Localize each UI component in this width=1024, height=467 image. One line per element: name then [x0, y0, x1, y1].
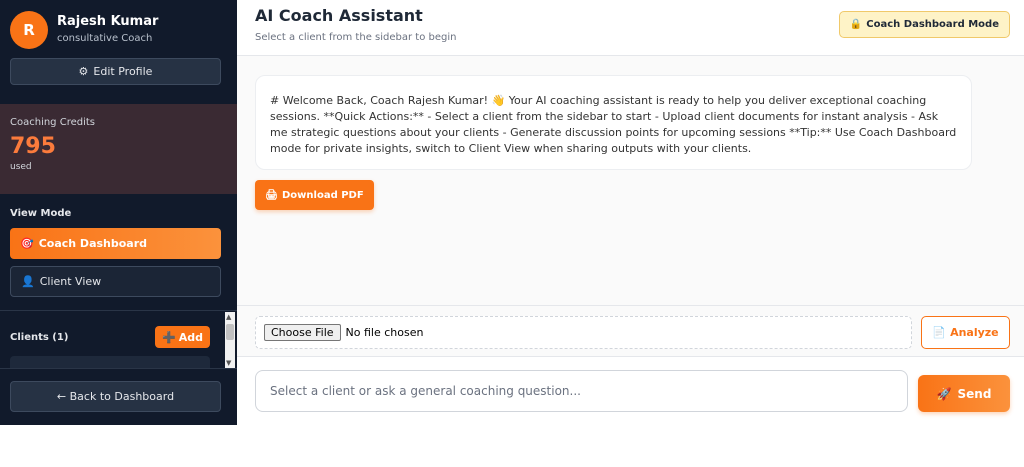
welcome-message: # Welcome Back, Coach Rajesh Kumar! 👋 Yo…	[255, 75, 972, 170]
document-icon: 📄	[932, 326, 947, 339]
view-mode-label: View Mode	[10, 208, 72, 219]
edit-profile-label: Edit Profile	[93, 65, 153, 78]
add-label: Add	[178, 330, 203, 344]
download-label: Download PDF	[282, 189, 364, 201]
client-view-button[interactable]: 👤 Client View	[10, 266, 221, 297]
message-input[interactable]	[255, 370, 908, 412]
credits-value: 795	[10, 134, 56, 159]
send-label: Send	[957, 386, 992, 401]
user-role: consultative Coach	[57, 33, 153, 44]
plus-icon: ➕	[162, 330, 176, 344]
sidebar: R Rajesh Kumar consultative Coach ⚙ Edit…	[0, 0, 237, 425]
chat-area: # Welcome Back, Coach Rajesh Kumar! 👋 Yo…	[237, 57, 1024, 305]
back-to-dashboard-button[interactable]: ← Back to Dashboard	[10, 381, 221, 412]
no-file-text: No file chosen	[345, 326, 424, 339]
analyze-label: Analyze	[950, 326, 999, 339]
sidebar-scrollbar[interactable]: ▲ ▼	[225, 312, 235, 368]
credits-label: Coaching Credits	[10, 117, 95, 128]
mode-badge: 🔒 Coach Dashboard Mode	[838, 11, 1010, 38]
lock-icon: 🔒	[849, 19, 863, 30]
user-name: Rajesh Kumar	[57, 14, 159, 29]
gear-icon: ⚙	[78, 65, 89, 78]
profile-section: R Rajesh Kumar consultative Coach ⚙ Edit…	[0, 0, 237, 104]
user-icon: 👤	[21, 275, 35, 288]
analyze-button[interactable]: 📄 Analyze	[921, 316, 1010, 349]
profile-text: Rajesh Kumar consultative Coach	[57, 14, 158, 46]
mode-badge-label: Coach Dashboard Mode	[866, 19, 999, 30]
target-icon: 🎯	[20, 237, 34, 250]
header: AI Coach Assistant Select a client from …	[237, 0, 1024, 56]
credits-panel: Coaching Credits 795 used	[0, 104, 237, 194]
choose-file-button[interactable]: Choose File	[264, 324, 341, 341]
coach-dashboard-button[interactable]: 🎯 Coach Dashboard	[10, 228, 221, 259]
profile-row: R Rajesh Kumar consultative Coach	[10, 10, 227, 50]
printer-icon: 🖨	[265, 189, 278, 201]
file-upload-box[interactable]: Choose File No file chosen	[255, 316, 912, 349]
client-view-label: Client View	[39, 275, 102, 288]
coach-dashboard-label: Coach Dashboard	[38, 237, 148, 250]
scroll-down-icon[interactable]: ▼	[226, 359, 231, 367]
credits-sub: used	[10, 162, 32, 172]
app-root: R Rajesh Kumar consultative Coach ⚙ Edit…	[0, 0, 1024, 467]
input-bar: 🚀 Send	[237, 357, 1024, 425]
download-pdf-button[interactable]: 🖨 Download PDF	[255, 180, 374, 210]
edit-profile-button[interactable]: ⚙ Edit Profile	[10, 58, 221, 85]
scroll-up-icon[interactable]: ▲	[226, 313, 231, 321]
page-footer-blank	[0, 425, 1024, 467]
clients-label: Clients (1)	[10, 331, 69, 343]
scroll-thumb[interactable]	[226, 324, 234, 340]
add-client-button[interactable]: ➕ Add	[155, 326, 210, 348]
upload-bar: Choose File No file chosen 📄 Analyze	[237, 305, 1024, 357]
back-section: ← Back to Dashboard	[0, 368, 237, 425]
rocket-icon: 🚀	[936, 386, 952, 401]
clients-header: Clients (1) ➕ Add	[10, 326, 210, 348]
send-button[interactable]: 🚀 Send	[918, 375, 1010, 412]
main-panel: AI Coach Assistant Select a client from …	[237, 0, 1024, 425]
avatar: R	[10, 11, 48, 49]
clients-section: Clients (1) ➕ Add	[0, 312, 237, 370]
view-mode-section: View Mode 🎯 Coach Dashboard 👤 Client Vie…	[0, 194, 237, 311]
